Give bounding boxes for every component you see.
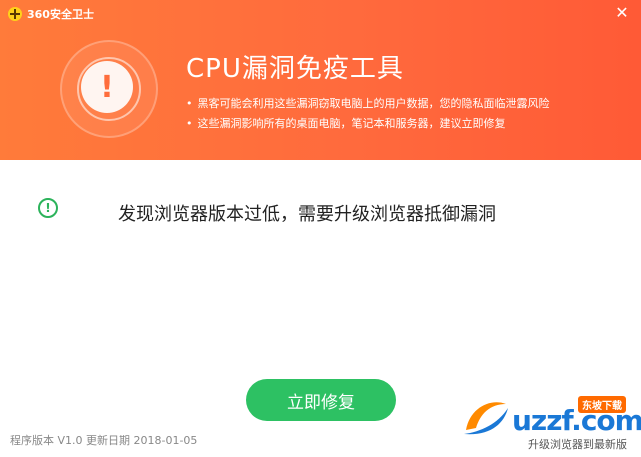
360-logo-icon (8, 7, 22, 21)
info-glyph: ! (45, 201, 51, 215)
status-row: ! (38, 198, 58, 218)
app-title-bar: 360安全卫士 (8, 6, 94, 22)
watermark-badge: 东坡下载 (578, 396, 626, 413)
warning-icon: ! (81, 61, 133, 113)
watermark-subtext: 升级浏览器到最新版 (528, 438, 627, 451)
info-icon: ! (38, 198, 58, 218)
headline: CPU漏洞免疫工具 (186, 54, 404, 84)
close-button[interactable]: ✕ (613, 4, 631, 22)
risk-bullet: 这些漏洞影响所有的桌面电脑，笔记本和服务器，建议立即修复 (186, 114, 550, 134)
warning-glyph: ! (100, 69, 114, 105)
risk-bullet-list: 黑客可能会利用这些漏洞窃取电脑上的用户数据，您的隐私面临泄露风险 这些漏洞影响所… (186, 94, 550, 134)
app-title: 360安全卫士 (27, 8, 94, 21)
status-message: 发现浏览器版本过低，需要升级浏览器抵御漏洞 (118, 204, 496, 225)
watermark: uzzf.com 东坡下载 升级浏览器到最新版 (460, 390, 641, 457)
risk-bullet: 黑客可能会利用这些漏洞窃取电脑上的用户数据，您的隐私面临泄露风险 (186, 94, 550, 114)
uzzf-logo-icon (464, 402, 508, 435)
fix-now-button[interactable]: 立即修复 (246, 379, 396, 421)
header-banner: 360安全卫士 ✕ ! CPU漏洞免疫工具 黑客可能会利用这些漏洞窃取电脑上的用… (0, 0, 641, 160)
version-info: 程序版本 V1.0 更新日期 2018-01-05 (10, 434, 198, 447)
